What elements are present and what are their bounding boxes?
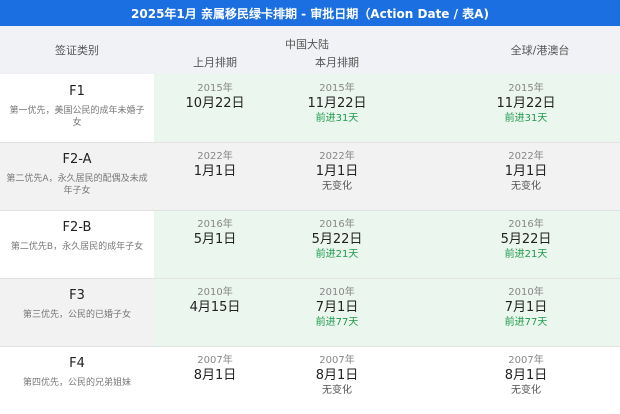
category-description: 第三优先，公民的已婚子女 [22,310,131,320]
current-date-cell: 2010年 7月1日 前进77天 [276,286,398,330]
change-status: 前进31天 [315,113,359,124]
category-code: F2-B [62,220,92,235]
date-month-day: 5月22日 [311,232,363,247]
date-month-day: 5月1日 [193,232,237,247]
change-status: 前进21天 [315,249,359,260]
date-month-day: 1月1日 [315,164,359,179]
date-year: 2010年 [508,287,544,298]
date-year: 2007年 [197,355,233,366]
category-code: F1 [69,84,85,99]
global-date-cell: 2016年 5月22日 前进21天 [460,218,592,262]
date-month-day: 1月1日 [504,164,548,179]
change-status: 前进21天 [504,249,548,260]
date-month-day: 7月1日 [315,300,359,315]
table-row: F1 第一优先，美国公民的成年未婚子女 2015年 10月22日 2015年 1… [0,74,620,142]
category-description: 第二优先B，永久居民的成年子女 [10,242,144,252]
global-date-cell: 2022年 1月1日 无变化 [460,150,592,194]
table-row: F2-A 第二优先A，永久居民的配偶及未成年子女 2022年 1月1日 2022… [0,142,620,210]
prev-date-cell: 2016年 5月1日 [154,218,276,248]
date-month-day: 11月22日 [307,96,367,111]
header-china-mainland: 中国大陆 [285,38,329,51]
date-month-day: 7月1日 [504,300,548,315]
table-header: 签证类别 中国大陆 上月排期 本月排期 全球/港澳台 [0,26,620,74]
date-year: 2016年 [508,219,544,230]
date-year: 2010年 [319,287,355,298]
date-year: 2022年 [508,151,544,162]
row-divider [0,142,620,143]
date-month-day: 4月15日 [189,300,241,315]
change-status: 无变化 [322,181,352,192]
date-month-day: 8月1日 [504,368,548,383]
date-month-day: 10月22日 [185,96,245,111]
date-year: 2007年 [508,355,544,366]
date-month-day: 1月1日 [193,164,237,179]
category-cell: F2-A 第二优先A，永久居民的配偶及未成年子女 [0,142,154,210]
date-year: 2016年 [319,219,355,230]
current-date-cell: 2015年 11月22日 前进31天 [276,82,398,126]
date-year: 2022年 [197,151,233,162]
category-description: 第二优先A，永久居民的配偶及未成年子女 [6,174,148,196]
date-year: 2007年 [319,355,355,366]
change-status: 无变化 [511,181,541,192]
global-date-cell: 2015年 11月22日 前进31天 [460,82,592,126]
date-year: 2010年 [197,287,233,298]
date-month-day: 5月22日 [500,232,552,247]
category-code: F2-A [62,152,92,167]
row-divider [0,278,620,279]
date-month-day: 8月1日 [193,368,237,383]
row-divider [0,346,620,347]
table-row: F4 第四优先，公民的兄弟姐妹 2007年 8月1日 2007年 8月1日 无变… [0,346,620,414]
category-description: 第一优先，美国公民的成年未婚子女 [9,106,145,128]
category-code: F3 [69,288,85,303]
current-date-cell: 2016年 5月22日 前进21天 [276,218,398,262]
category-cell: F2-B 第二优先B，永久居民的成年子女 [0,210,154,278]
date-year: 2015年 [319,83,355,94]
row-divider [0,210,620,211]
global-date-cell: 2010年 7月1日 前进77天 [460,286,592,330]
current-date-cell: 2022年 1月1日 无变化 [276,150,398,194]
date-year: 2022年 [319,151,355,162]
date-year: 2015年 [197,83,233,94]
current-date-cell: 2007年 8月1日 无变化 [276,354,398,398]
change-status: 前进77天 [315,317,359,328]
prev-date-cell: 2010年 4月15日 [154,286,276,316]
header-current-month: 本月排期 [315,56,359,69]
change-status: 前进31天 [504,113,548,124]
change-status: 无变化 [511,385,541,396]
date-month-day: 11月22日 [496,96,556,111]
header-prev-month: 上月排期 [193,56,237,69]
category-cell: F1 第一优先，美国公民的成年未婚子女 [0,74,154,142]
category-cell: F4 第四优先，公民的兄弟姐妹 [0,346,154,414]
page-title: 2025年1月 亲属移民绿卡排期 - 审批日期（Action Date / 表A… [0,0,620,26]
prev-date-cell: 2015年 10月22日 [154,82,276,112]
global-date-cell: 2007年 8月1日 无变化 [460,354,592,398]
date-month-day: 8月1日 [315,368,359,383]
date-year: 2016年 [197,219,233,230]
category-description: 第四优先，公民的兄弟姐妹 [22,378,131,388]
table-row: F3 第三优先，公民的已婚子女 2010年 4月15日 2010年 7月1日 前… [0,278,620,346]
prev-date-cell: 2022年 1月1日 [154,150,276,180]
prev-date-cell: 2007年 8月1日 [154,354,276,384]
table-row: F2-B 第二优先B，永久居民的成年子女 2016年 5月1日 2016年 5月… [0,210,620,278]
header-global: 全球/港澳台 [510,44,570,57]
category-code: F4 [69,356,85,371]
change-status: 前进77天 [504,317,548,328]
header-category: 签证类别 [55,44,99,57]
category-cell: F3 第三优先，公民的已婚子女 [0,278,154,346]
date-year: 2015年 [508,83,544,94]
change-status: 无变化 [322,385,352,396]
